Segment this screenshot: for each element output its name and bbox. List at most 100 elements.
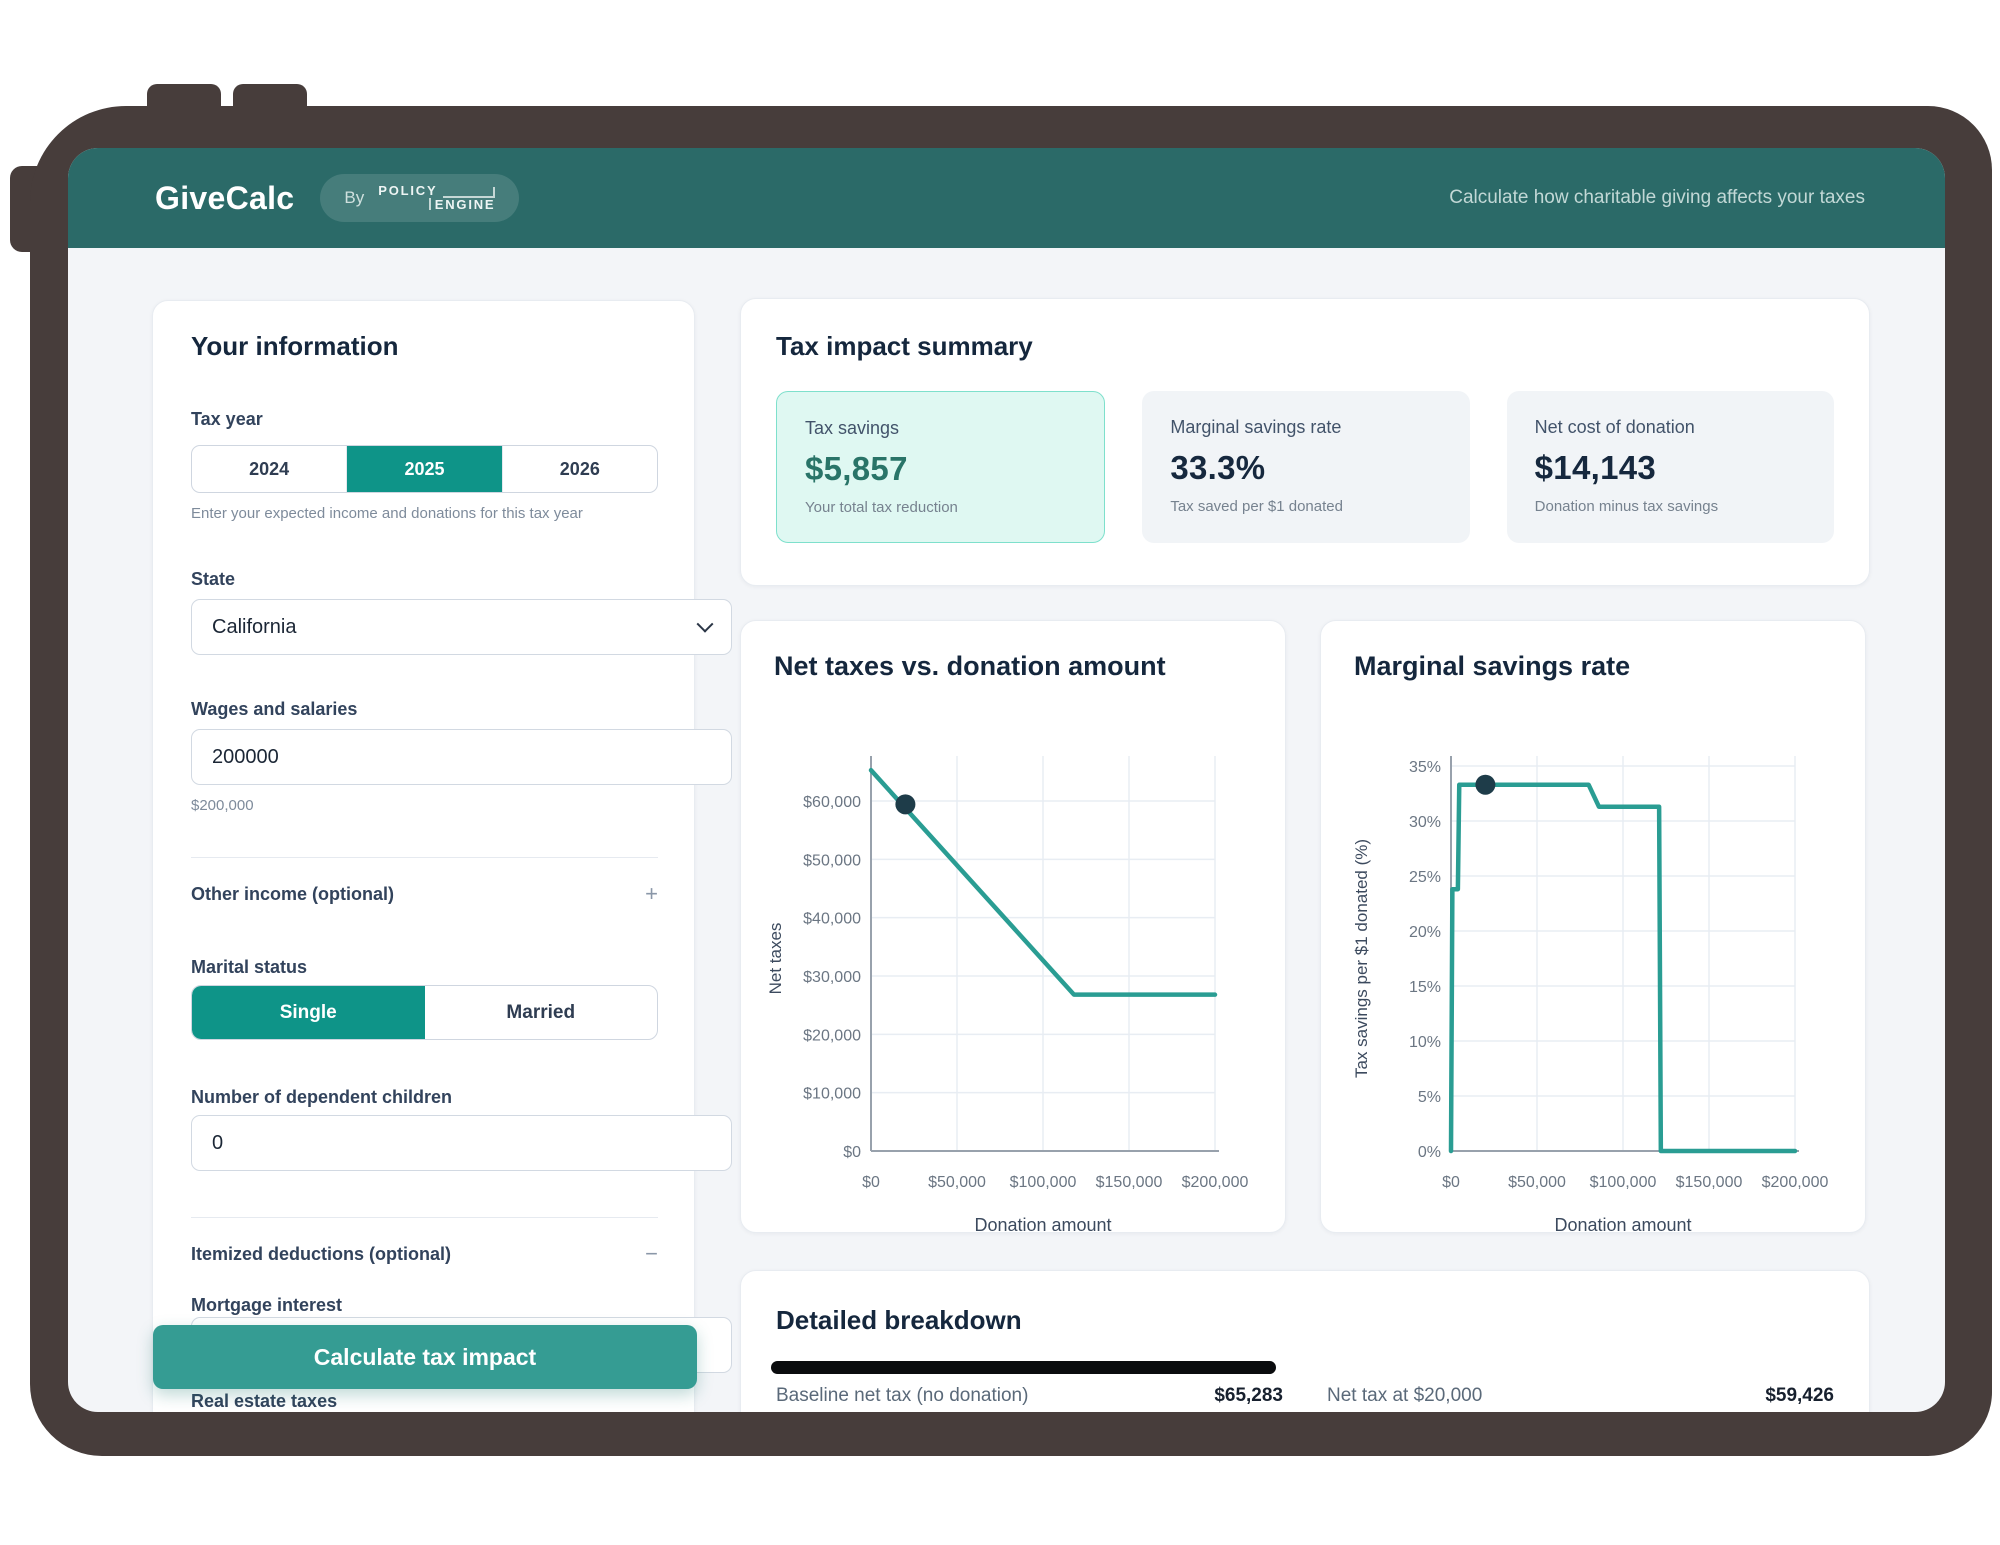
marginal-rate-line-chart[interactable]: 0% 5% 10% 15% 20% 25% 30% 35% $0 $50,000 $100,000 $… xyxy=(1321,621,1867,1234)
svg-text:25%: 25% xyxy=(1409,869,1441,886)
svg-text:35%: 35% xyxy=(1409,759,1441,776)
x-axis-label: Donation amount xyxy=(1554,1215,1691,1234)
logo-line-bottom xyxy=(417,198,431,210)
marginal-rate-chart-card: Marginal savings rate 0%5%10%15%20%25%30… xyxy=(1320,620,1866,1233)
marital-status-segmented-control: Single Married xyxy=(191,985,658,1040)
svg-text:$0: $0 xyxy=(1442,1174,1460,1191)
mortgage-interest-label: Mortgage interest xyxy=(191,1295,658,1316)
policyengine-badge[interactable]: By POLICY ENGINE xyxy=(320,174,519,223)
other-income-label: Other income (optional) xyxy=(191,884,394,905)
stat-sub: Your total tax reduction xyxy=(805,499,1076,516)
stat-card-marginal-rate: Marginal savings rate 33.3% Tax saved pe… xyxy=(1142,391,1469,543)
state-select[interactable]: California xyxy=(191,599,732,655)
stat-value: $5,857 xyxy=(805,450,1076,488)
dependent-children-value: 0 xyxy=(212,1132,223,1155)
form-title: Your information xyxy=(191,331,399,362)
svg-text:$50,000: $50,000 xyxy=(1508,1174,1566,1191)
stat-value: 33.3% xyxy=(1170,449,1441,487)
stat-sub: Tax saved per $1 donated xyxy=(1170,498,1441,515)
divider xyxy=(191,1217,658,1218)
itemized-deductions-label: Itemized deductions (optional) xyxy=(191,1244,451,1265)
svg-text:10%: 10% xyxy=(1409,1034,1441,1051)
divider xyxy=(191,857,658,858)
stat-sub: Donation minus tax savings xyxy=(1535,498,1806,515)
x-axis-label: Donation amount xyxy=(974,1215,1111,1234)
plus-icon[interactable]: + xyxy=(645,883,658,905)
your-information-card: Your information Tax year 2024 2025 2026… xyxy=(152,300,695,1412)
svg-text:$60,000: $60,000 xyxy=(803,794,861,811)
wages-input-value: 200000 xyxy=(212,746,279,769)
svg-text:$20,000: $20,000 xyxy=(803,1027,861,1044)
tax-year-option-2026[interactable]: 2026 xyxy=(503,446,657,492)
tax-year-label: Tax year xyxy=(191,409,658,430)
wages-label: Wages and salaries xyxy=(191,699,658,720)
app-title: GiveCalc xyxy=(155,180,294,217)
dependent-children-input[interactable]: 0 xyxy=(191,1115,732,1171)
logo-policy-text: POLICY xyxy=(378,184,437,198)
marital-option-married[interactable]: Married xyxy=(425,986,658,1039)
state-select-value: California xyxy=(212,616,296,639)
y-axis-label: Net taxes xyxy=(766,923,785,995)
svg-text:$200,000: $200,000 xyxy=(1182,1174,1249,1191)
breakdown-title: Detailed breakdown xyxy=(776,1305,1022,1336)
policyengine-logo: POLICY ENGINE xyxy=(378,184,495,213)
stat-label: Marginal savings rate xyxy=(1170,417,1441,438)
stat-label: Net cost of donation xyxy=(1535,417,1806,438)
tax-year-option-2024[interactable]: 2024 xyxy=(192,446,347,492)
svg-text:$0: $0 xyxy=(862,1174,880,1191)
header-tagline: Calculate how charitable giving affects … xyxy=(1449,187,1865,209)
minus-icon[interactable]: − xyxy=(645,1243,658,1265)
svg-text:$150,000: $150,000 xyxy=(1096,1174,1163,1191)
other-income-section-header[interactable]: Other income (optional) + xyxy=(191,883,658,905)
wages-input[interactable]: 200000 xyxy=(191,729,732,785)
breakdown-value: $59,426 xyxy=(1765,1385,1834,1407)
stat-value: $14,143 xyxy=(1535,449,1806,487)
svg-text:$50,000: $50,000 xyxy=(803,852,861,869)
svg-text:30%: 30% xyxy=(1409,814,1441,831)
tax-year-option-2025[interactable]: 2025 xyxy=(347,446,502,492)
y-axis-label: Tax savings per $1 donated (%) xyxy=(1352,839,1371,1078)
svg-text:$50,000: $50,000 xyxy=(928,1174,986,1191)
svg-text:$10,000: $10,000 xyxy=(803,1086,861,1103)
marital-option-single[interactable]: Single xyxy=(192,986,425,1039)
by-label: By xyxy=(344,188,364,208)
breakdown-row: Baseline net tax (no donation) $65,283 N… xyxy=(776,1385,1834,1407)
svg-text:$0: $0 xyxy=(843,1144,861,1161)
wages-helper: $200,000 xyxy=(191,797,658,814)
breakdown-item-baseline: Baseline net tax (no donation) $65,283 xyxy=(776,1385,1283,1407)
breakdown-item-net-tax: Net tax at $20,000 $59,426 xyxy=(1327,1385,1834,1407)
logo-engine-text: ENGINE xyxy=(435,198,496,212)
net-taxes-chart-card: Net taxes vs. donation amount $0$10,000$… xyxy=(740,620,1286,1233)
breakdown-value: $65,283 xyxy=(1214,1385,1283,1407)
state-label: State xyxy=(191,569,658,590)
stat-card-net-cost: Net cost of donation $14,143 Donation mi… xyxy=(1507,391,1834,543)
real-estate-taxes-label: Real estate taxes xyxy=(191,1391,658,1412)
svg-text:$30,000: $30,000 xyxy=(803,969,861,986)
dependent-children-label: Number of dependent children xyxy=(191,1087,658,1108)
breakdown-label: Baseline net tax (no donation) xyxy=(776,1385,1028,1407)
app-screen: GiveCalc By POLICY ENGINE Calculate how … xyxy=(68,148,1945,1412)
svg-text:5%: 5% xyxy=(1418,1089,1441,1106)
chevron-down-icon xyxy=(697,616,714,633)
itemized-deductions-section-header[interactable]: Itemized deductions (optional) − xyxy=(191,1243,658,1265)
tax-impact-summary-card: Tax impact summary Tax savings $5,857 Yo… xyxy=(740,298,1870,586)
svg-text:20%: 20% xyxy=(1409,924,1441,941)
tax-year-segmented-control: 2024 2025 2026 xyxy=(191,445,658,493)
svg-text:15%: 15% xyxy=(1409,979,1441,996)
tax-year-helper: Enter your expected income and donations… xyxy=(191,505,658,522)
svg-text:0%: 0% xyxy=(1418,1144,1441,1161)
breakdown-label: Net tax at $20,000 xyxy=(1327,1385,1482,1407)
svg-text:$200,000: $200,000 xyxy=(1762,1174,1829,1191)
marital-status-label: Marital status xyxy=(191,957,658,978)
donation-slider[interactable] xyxy=(771,1361,1276,1374)
detailed-breakdown-card: Detailed breakdown Baseline net tax (no … xyxy=(740,1270,1870,1412)
calculate-tax-impact-button[interactable]: Calculate tax impact xyxy=(153,1325,697,1389)
app-header: GiveCalc By POLICY ENGINE Calculate how … xyxy=(68,148,1945,248)
svg-text:$100,000: $100,000 xyxy=(1010,1174,1077,1191)
net-taxes-line-chart[interactable]: $0 $10,000 $20,000 $30,000 $40,000 $50,000 $60… xyxy=(741,621,1287,1234)
stat-card-tax-savings: Tax savings $5,857 Your total tax reduct… xyxy=(776,391,1105,543)
svg-text:$40,000: $40,000 xyxy=(803,911,861,928)
stat-label: Tax savings xyxy=(805,418,1076,439)
summary-stats-row: Tax savings $5,857 Your total tax reduct… xyxy=(776,391,1834,543)
svg-text:$100,000: $100,000 xyxy=(1590,1174,1657,1191)
